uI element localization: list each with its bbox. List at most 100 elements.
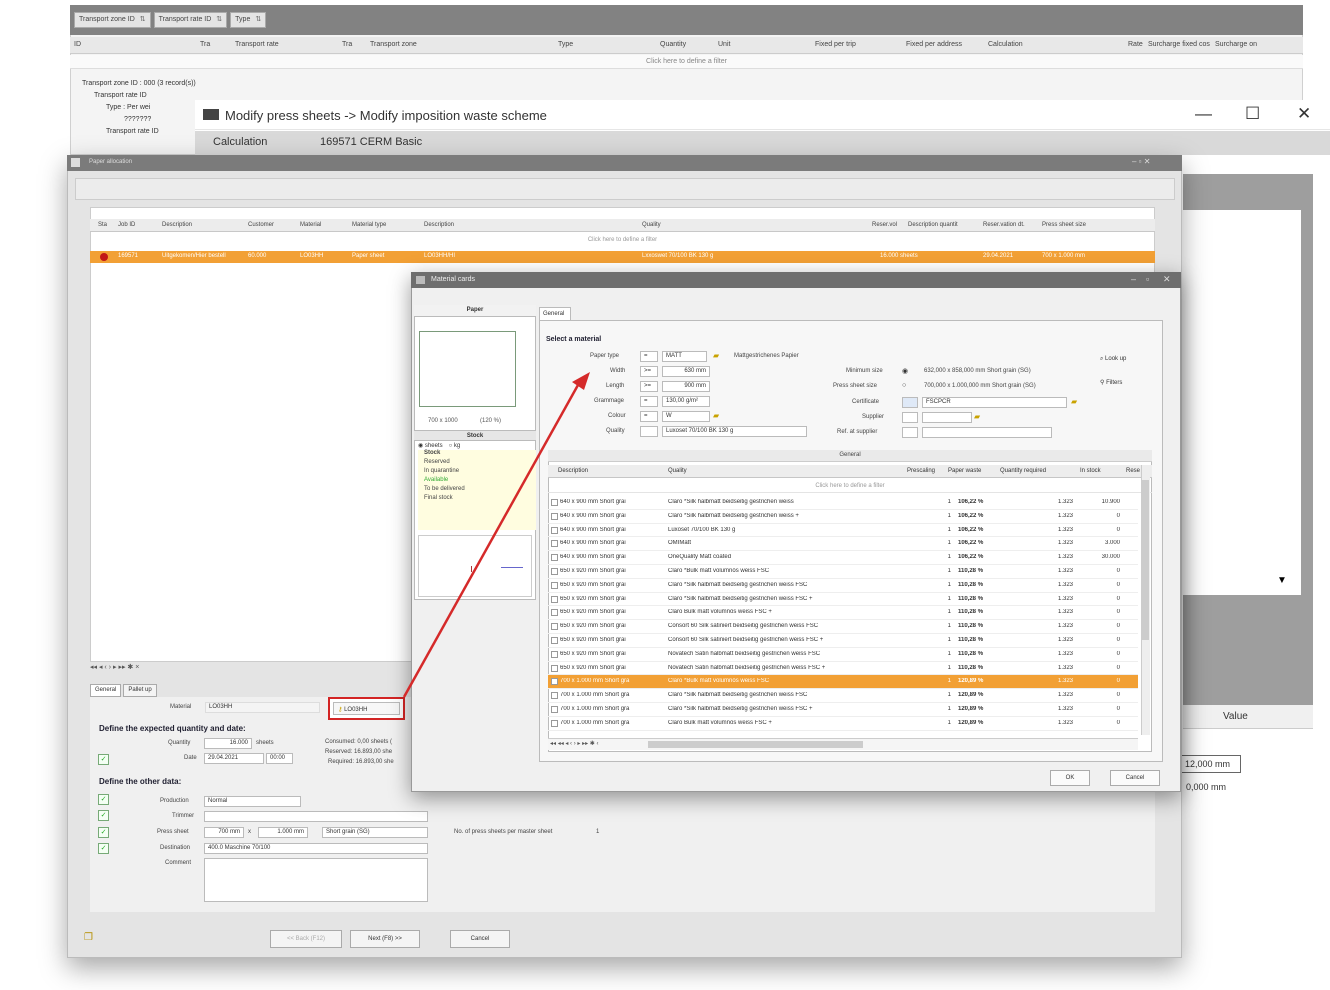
supplier-code[interactable] <box>902 412 918 423</box>
row-checkbox[interactable] <box>551 678 558 686</box>
checkbox[interactable]: ✓ <box>98 794 109 805</box>
minimum-size-radio[interactable]: ◉ <box>902 367 908 375</box>
quantity-input[interactable]: 16.000 <box>204 738 252 749</box>
length-op[interactable]: >= <box>640 381 658 392</box>
row-checkbox[interactable] <box>551 719 558 727</box>
checkbox[interactable]: ✓ <box>98 810 109 821</box>
group-chip-transport-zone[interactable]: Transport zone ID ⇅ <box>74 12 151 28</box>
press-sheet-size-radio[interactable]: ○ <box>902 382 906 389</box>
col-fixed-per-address[interactable]: Fixed per address <box>906 41 962 48</box>
material-row[interactable]: 640 x 900 mm Short grai Luxoset 70/100 BK… <box>548 524 1138 538</box>
checkbox[interactable]: ✓ <box>98 754 109 765</box>
ref-supplier-input[interactable] <box>922 427 1052 438</box>
cancel-button[interactable]: Cancel <box>1110 770 1160 786</box>
back-button[interactable]: << Back (F12) <box>270 930 342 948</box>
material-row[interactable]: 700 x 1.000 mm Short gra Claro *Silk halb… <box>548 689 1138 703</box>
col-type[interactable]: Type <box>558 41 573 48</box>
col-quantity-required[interactable]: Quantity required <box>1000 468 1046 474</box>
row-checkbox[interactable] <box>551 554 558 562</box>
row-checkbox[interactable] <box>551 595 558 603</box>
row-checkbox[interactable] <box>551 664 558 672</box>
certificate-input[interactable]: FSCPCR <box>922 397 1067 408</box>
look-up-button[interactable]: ⌕ Look up <box>1100 356 1126 363</box>
col-sta[interactable]: Sta <box>98 222 107 228</box>
material-row[interactable]: 640 x 900 mm Short grai Claro *Silk halbm… <box>548 496 1138 510</box>
maximize-button[interactable]: ☐ <box>1245 104 1260 124</box>
col-description[interactable]: Description <box>162 222 192 228</box>
record-navigator[interactable]: ◂◂ ◂ ‹ › ▸ ▸▸ ✱ × <box>90 663 390 675</box>
material-row[interactable]: 700 x 1.000 mm Short gra Claro *Bulk matt… <box>548 675 1138 690</box>
paper-type-op[interactable]: = <box>640 351 658 362</box>
col-calculation[interactable]: Calculation <box>988 41 1023 48</box>
grain-select[interactable]: Short grain (SG) <box>322 827 428 838</box>
radio-sheets[interactable]: ◉ sheets <box>418 442 443 449</box>
radio-kg[interactable]: ○ kg <box>449 443 461 449</box>
col-paper-waste[interactable]: Paper waste <box>948 468 981 474</box>
row-checkbox[interactable] <box>551 499 558 506</box>
row-checkbox[interactable] <box>551 568 558 575</box>
col-quality[interactable]: Quality <box>668 468 687 474</box>
material-row[interactable]: 650 x 920 mm Short grai Claro *Silk halbm… <box>548 593 1138 607</box>
material-row[interactable]: 640 x 900 mm Short grai OMIMatt 1 106,22 % 1… <box>548 537 1138 552</box>
quality-op[interactable] <box>640 426 658 437</box>
col-unit[interactable]: Unit <box>718 41 730 48</box>
row-checkbox[interactable] <box>551 581 558 589</box>
press-height-input[interactable]: 1.000 mm <box>258 827 308 838</box>
ref-supplier-code[interactable] <box>902 427 918 438</box>
colour-input[interactable]: W <box>662 411 710 422</box>
row-checkbox[interactable] <box>551 540 558 548</box>
material-row[interactable]: 650 x 920 mm Short grai Claro *Silk halbm… <box>548 579 1138 593</box>
col-description-2[interactable]: Description <box>424 222 454 228</box>
material-field[interactable]: LO03HH <box>205 702 320 713</box>
col-description[interactable]: Description <box>558 468 588 474</box>
grammage-input[interactable]: 130,00 g/m² <box>662 396 710 407</box>
row-checkbox[interactable] <box>551 637 558 644</box>
tree-node[interactable]: Transport rate ID <box>82 92 196 104</box>
paper-type-input[interactable]: MATT <box>662 351 707 362</box>
row-checkbox[interactable] <box>551 692 558 700</box>
col-rate[interactable]: Rate <box>1128 41 1143 48</box>
production-select[interactable]: Normal <box>204 796 301 807</box>
material-lookup-button[interactable]: ⚷ LO03HH <box>333 702 400 715</box>
time-input[interactable]: 00:00 <box>266 753 293 764</box>
certificate-code[interactable] <box>902 397 918 408</box>
trimmer-input[interactable] <box>204 811 428 822</box>
length-input[interactable]: 900 mm <box>662 381 710 392</box>
col-quality[interactable]: Quality <box>642 222 661 228</box>
material-row[interactable]: 650 x 920 mm Short grai Claro Bulk matt v… <box>548 606 1138 621</box>
next-button[interactable]: Next (F8) >> <box>350 930 420 948</box>
row-checkbox[interactable] <box>551 623 558 631</box>
material-row[interactable]: 700 x 1.000 mm Short gra Claro *Silk halb… <box>548 703 1138 717</box>
material-row[interactable]: 650 x 920 mm Short grai Consort 60 Silk s… <box>548 620 1138 634</box>
job-grid-filter[interactable]: Click here to define a filter <box>90 234 1155 248</box>
col-press-sheet-size[interactable]: Press sheet size <box>1042 222 1086 228</box>
tree-node[interactable]: Type : Per wei <box>82 104 196 116</box>
scrollbar-thumb[interactable] <box>1142 480 1149 640</box>
width-op[interactable]: >= <box>640 366 658 377</box>
tree-node[interactable]: ??????? <box>82 116 196 128</box>
col-job-id[interactable]: Job ID <box>118 222 135 228</box>
cancel-button[interactable]: Cancel <box>450 930 510 948</box>
col-fixed-per-trip[interactable]: Fixed per trip <box>815 41 856 48</box>
row-checkbox[interactable] <box>551 512 558 520</box>
col-id[interactable]: ID <box>74 41 81 48</box>
minimize-icon[interactable]: ‒ <box>1131 274 1136 284</box>
material-row[interactable]: 640 x 900 mm Short grai OneQuality Matt c… <box>548 551 1138 565</box>
maximize-icon[interactable]: ▫ <box>1146 274 1149 284</box>
horizontal-scroll-thumb[interactable] <box>648 741 863 748</box>
col-reserved[interactable]: Rese <box>1126 468 1140 474</box>
dropdown-arrow-icon[interactable]: ▼ <box>1277 575 1287 586</box>
folder-icon[interactable]: ▰ <box>974 412 980 421</box>
folder-icon[interactable]: ▰ <box>713 411 719 420</box>
col-surcharge-on[interactable]: Surcharge on <box>1215 41 1257 48</box>
material-row[interactable]: 640 x 900 mm Short grai Claro *Silk halbm… <box>548 510 1138 524</box>
material-row[interactable]: 650 x 920 mm Short grai Novatech Satin ha… <box>548 648 1138 662</box>
background-filter-bar[interactable]: Click here to define a filter <box>70 55 1303 69</box>
tab-pallet-up[interactable]: Pallet up <box>123 683 157 697</box>
col-customer[interactable]: Customer <box>248 222 274 228</box>
folder-icon[interactable]: ▰ <box>713 351 719 360</box>
group-chip-transport-rate[interactable]: Transport rate ID ⇅ <box>153 12 228 28</box>
row-checkbox[interactable] <box>551 609 558 617</box>
ok-button[interactable]: OK <box>1050 770 1090 786</box>
filters-button[interactable]: ⚲ Filters <box>1100 379 1122 386</box>
